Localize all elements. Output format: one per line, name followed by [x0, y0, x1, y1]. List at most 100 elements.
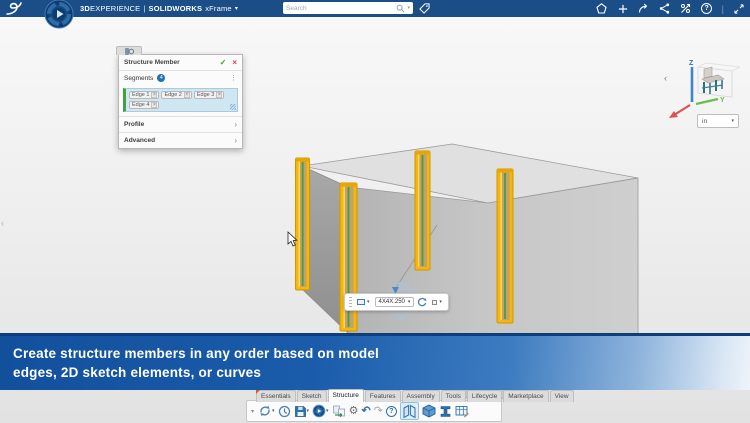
advanced-section-label: Advanced: [124, 137, 155, 144]
tab-marketplace[interactable]: Marketplace: [503, 390, 548, 402]
chip-remove-icon[interactable]: ×: [216, 92, 222, 98]
brand-experience: EXPERIENCE: [90, 4, 140, 13]
cancel-button[interactable]: ×: [232, 58, 237, 67]
segment-chip[interactable]: Edge 3 ×: [194, 91, 224, 99]
search-options-caret-icon[interactable]: ▾: [407, 5, 410, 11]
ribbon-tabs: Essentials Sketch Structure Features Ass…: [256, 389, 575, 402]
dialog-title: Structure Member: [124, 59, 220, 66]
apps-services-icon[interactable]: [680, 3, 692, 15]
new-content-caret-icon: ▾: [272, 408, 275, 414]
3dexperience-compass-icon[interactable]: [44, 0, 74, 29]
share-forward-icon[interactable]: [638, 3, 650, 15]
chip-label: Edge 4: [132, 102, 149, 108]
dialog-tab[interactable]: [116, 46, 142, 55]
help-icon[interactable]: ?: [701, 3, 713, 15]
profile-shape-icon: [357, 299, 365, 305]
compass-caret-icon: ▾: [326, 408, 329, 414]
fullscreen-toggle-icon[interactable]: [733, 3, 745, 15]
segment-chip[interactable]: Edge 2 ×: [161, 91, 191, 99]
tag-icon[interactable]: [419, 3, 430, 14]
tab-essentials[interactable]: Essentials: [256, 390, 296, 402]
segments-menu-icon[interactable]: ⋮: [230, 74, 237, 82]
brand-3d: 3D: [80, 4, 90, 13]
tab-structure[interactable]: Structure: [328, 389, 364, 402]
profile-section[interactable]: Profile ›: [119, 116, 242, 133]
segment-chip[interactable]: Edge 4 ×: [129, 101, 159, 109]
topbar-separator: |: [722, 4, 724, 14]
corner-management-button[interactable]: [422, 402, 436, 420]
actionbar-collapse-icon[interactable]: ▾: [251, 408, 254, 415]
structure-member-4[interactable]: [497, 169, 513, 323]
settings-button[interactable]: ⚙: [349, 402, 359, 420]
tab-view[interactable]: View: [550, 390, 574, 402]
rotate-profile-button[interactable]: [417, 297, 427, 307]
search-bar[interactable]: ▾: [283, 2, 413, 14]
units-select[interactable]: in ▾: [697, 114, 739, 128]
profile-size-value: 4X4X.250: [379, 299, 405, 305]
compass-apps-button[interactable]: ▾: [312, 402, 329, 420]
corner-polyhedron-icon: [422, 404, 436, 418]
action-bar: ▾ ▾ ▾: [246, 400, 502, 422]
profile-size-select[interactable]: 4X4X.250 ▾: [375, 297, 415, 307]
tab-sketch[interactable]: Sketch: [297, 390, 327, 402]
structure-member-3[interactable]: [415, 151, 430, 270]
app-switcher-chevron-icon[interactable]: ▾: [235, 6, 238, 12]
left-panel-chevron-icon[interactable]: ‹: [1, 218, 4, 228]
beam-profile-button[interactable]: [439, 402, 452, 420]
import-export-button[interactable]: [332, 402, 346, 420]
brand-product: SOLIDWORKS: [149, 4, 203, 13]
share-network-icon[interactable]: [659, 3, 671, 15]
undo-button[interactable]: ↶: [361, 402, 370, 420]
member-properties-button[interactable]: [455, 402, 469, 420]
profile-type-button[interactable]: ▾: [355, 298, 372, 306]
structure-member-dialog: Structure Member ✓ × Segments 4 ⋮ Edge 1…: [118, 54, 243, 149]
app-title[interactable]: 3DEXPERIENCE|SOLIDWORKSxFrame▾: [80, 0, 238, 17]
redo-icon: ↷: [374, 402, 383, 420]
structure-member-tab-icon: [125, 48, 134, 55]
advanced-section[interactable]: Advanced ›: [119, 133, 242, 148]
tab-lifecycle[interactable]: Lifecycle: [467, 390, 502, 402]
segments-selection-box[interactable]: Edge 1 × Edge 2 × Edge 3 × Edge 4 ×: [123, 88, 238, 112]
chip-remove-icon[interactable]: ×: [151, 102, 157, 108]
profile-size-caret-icon: ▾: [408, 299, 411, 305]
toolbar-drag-handle[interactable]: [349, 297, 352, 308]
i-beam-icon: [439, 405, 452, 418]
alignment-caret-icon: ▾: [439, 299, 442, 305]
history-button[interactable]: [278, 402, 291, 420]
undo-icon: ↶: [361, 402, 370, 420]
tab-tools[interactable]: Tools: [441, 390, 466, 402]
y-axis[interactable]: [696, 99, 718, 104]
profile-section-label: Profile: [124, 121, 144, 128]
units-value: in: [702, 118, 707, 125]
properties-table-icon: [455, 404, 469, 418]
resize-handle[interactable]: [230, 104, 236, 110]
add-content-icon[interactable]: [617, 3, 629, 15]
dassault-3ds-logo: [4, 1, 26, 16]
chip-label: Edge 3: [197, 92, 214, 98]
structure-member-tool-button[interactable]: [400, 402, 419, 420]
redo-button[interactable]: ↷: [374, 402, 383, 420]
segments-header: Segments 4 ⋮: [119, 71, 242, 85]
tab-assembly[interactable]: Assembly: [402, 390, 440, 402]
help-question-glyph: ?: [386, 406, 397, 417]
segment-chip[interactable]: Edge 1 ×: [129, 91, 159, 99]
profile-expand-chevron-icon: ›: [234, 120, 237, 129]
3d-viewport[interactable]: ▾ 4X4X.250 ▾ ▾ Structure Me: [0, 17, 750, 423]
help-button[interactable]: ?: [386, 402, 397, 420]
x-axis[interactable]: [674, 105, 690, 115]
advanced-expand-chevron-icon: ›: [234, 136, 237, 145]
notifications-icon[interactable]: [596, 3, 608, 15]
search-icon[interactable]: [396, 4, 405, 13]
chip-remove-icon[interactable]: ×: [151, 92, 157, 98]
save-button[interactable]: ▾: [294, 402, 310, 420]
search-input[interactable]: [286, 5, 396, 12]
ok-button[interactable]: ✓: [220, 58, 227, 67]
profile-mini-toolbar[interactable]: ▾ 4X4X.250 ▾ ▾: [344, 293, 449, 311]
chip-remove-icon[interactable]: ×: [184, 92, 190, 98]
new-content-button[interactable]: ▾: [258, 402, 275, 420]
structure-member-1[interactable]: [296, 158, 310, 290]
top-bar: 3DEXPERIENCE|SOLIDWORKSxFrame▾ ▾: [0, 0, 750, 17]
profile-alignment-button[interactable]: ▾: [430, 298, 444, 306]
tab-features[interactable]: Features: [365, 390, 401, 402]
segments-label: Segments: [124, 75, 153, 82]
